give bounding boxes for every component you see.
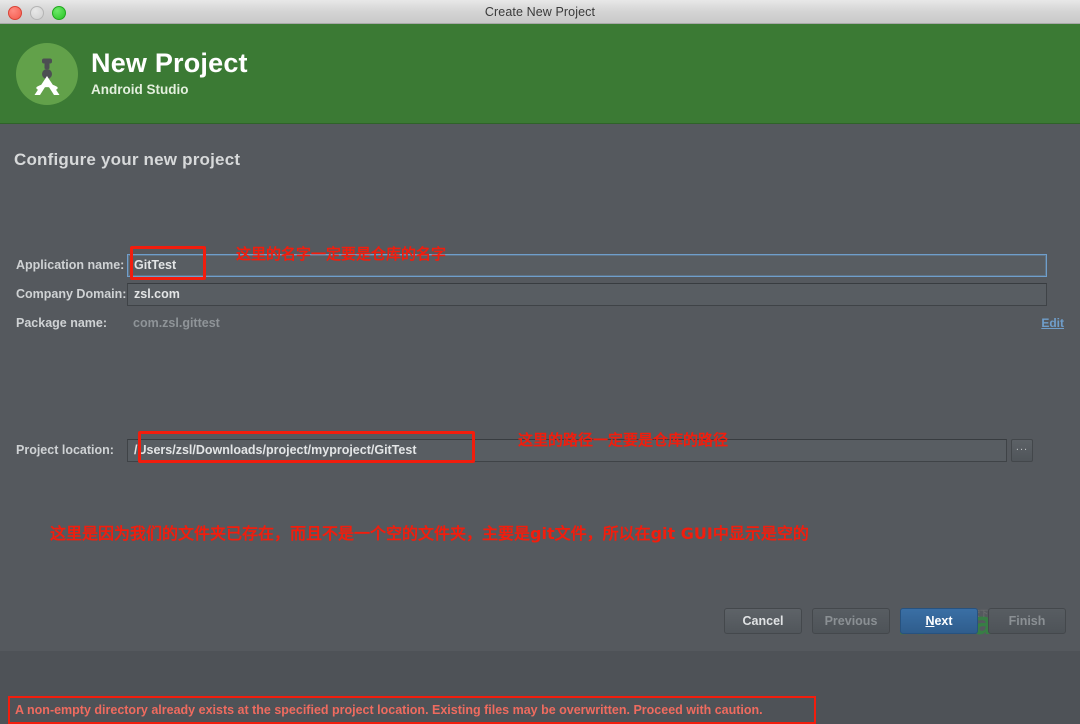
package-name-row: Package name: com.zsl.gittest Edit [0,310,1080,336]
company-domain-row: Company Domain: zsl.com [0,281,1080,307]
window-titlebar: Create New Project [0,0,1080,24]
package-name-value: com.zsl.gittest [133,316,220,330]
application-name-row: Application name: GitTest [0,252,1080,278]
annotation-text-warning-explanation: 这里是因为我们的文件夹已存在，而且不是一个空的文件夹，主要是git文件，所以在g… [50,524,809,543]
project-location-label: Project location: [16,443,114,457]
edit-package-link[interactable]: Edit [1041,316,1064,330]
cancel-button[interactable]: Cancel [724,608,802,634]
package-name-label: Package name: [16,316,108,330]
previous-button: Previous [812,608,890,634]
finish-button: Finish [988,608,1066,634]
next-button-mnemonic: N [925,614,935,628]
maximize-button[interactable] [52,6,66,20]
step-title: Configure your new project [14,150,241,169]
android-studio-compass-icon [16,42,78,105]
minimize-button[interactable] [30,6,44,20]
annotation-text-application-name: 这里的名字一定要是仓库的名字 [236,245,447,263]
page-title: New Project [91,47,248,78]
next-button[interactable]: Next [900,608,978,634]
warning-message-text: A non-empty directory already exists at … [15,703,763,717]
browse-folder-button[interactable]: ... [1011,438,1033,462]
company-domain-label: Company Domain: [16,287,127,301]
close-button[interactable] [8,6,22,20]
page-subtitle: Android Studio [91,81,189,97]
application-name-label: Application name: [16,258,125,272]
next-button-rest: ext [934,614,953,628]
wizard-header: New Project Android Studio [0,24,1080,124]
window-title: Create New Project [484,4,596,19]
wizard-button-bar: Cancel Previous Next Finish [724,608,1066,634]
company-domain-input[interactable]: zsl.com [127,282,1047,306]
warning-message: A non-empty directory already exists at … [8,696,816,724]
window-controls [8,6,66,20]
wizard-content: Configure your new project Application n… [0,124,1080,724]
annotation-text-project-location: 这里的路径一定要是仓库的路径 [518,431,729,449]
